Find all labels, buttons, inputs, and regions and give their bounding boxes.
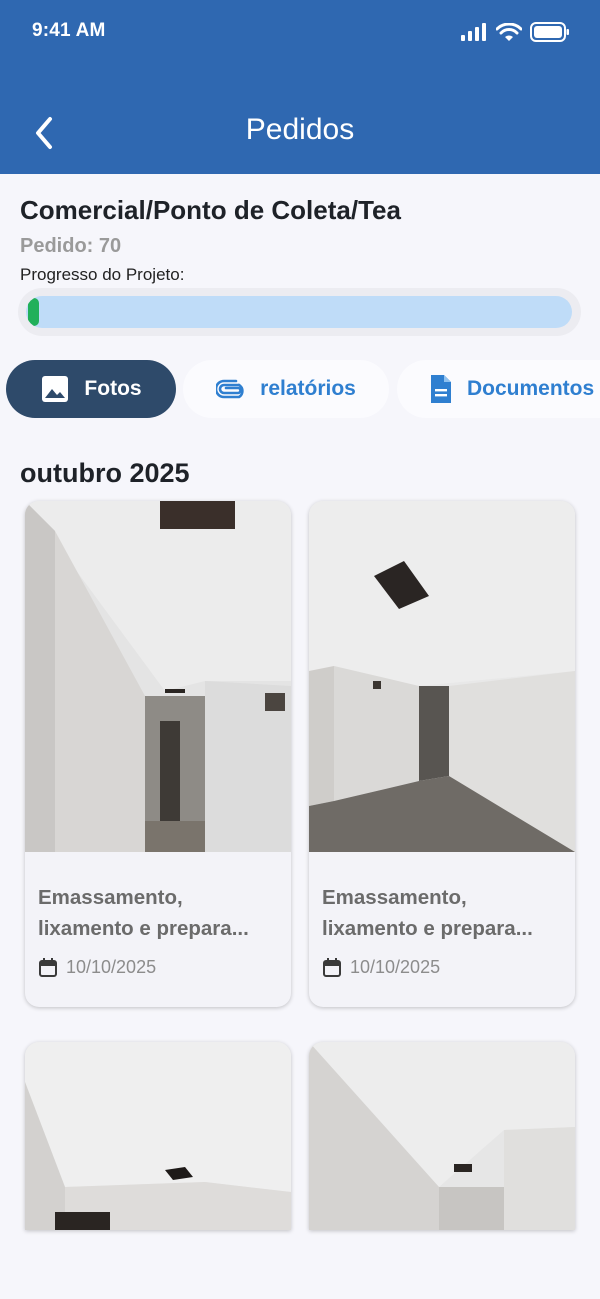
calendar-icon (39, 957, 57, 977)
progress-bar (26, 296, 572, 328)
tab-relatorios[interactable]: relatórios (183, 360, 389, 418)
photo-thumbnail (25, 501, 291, 852)
photo-date-text: 10/10/2025 (66, 957, 157, 977)
photo-thumbnail (25, 1042, 291, 1230)
tab-documentos[interactable]: Documentos (397, 360, 600, 418)
photo-title: Emassamento, lixamento e prepara... (322, 886, 533, 940)
paperclip-icon (216, 379, 244, 399)
month-header: outubro 2025 (20, 458, 190, 488)
signal-icon (461, 23, 486, 41)
tab-bar: Fotos relatórios Documentos (0, 360, 600, 420)
photo-thumbnail (309, 1042, 575, 1230)
progress-label: Progresso do Projeto: (20, 265, 185, 284)
progress-fill (28, 298, 39, 326)
page-title: Pedidos (245, 113, 355, 146)
tab-fotos[interactable]: Fotos (6, 360, 176, 418)
photo-date: 10/10/2025 (322, 957, 440, 978)
photo-card[interactable] (25, 1042, 291, 1230)
tab-fotos-label: Fotos (84, 377, 142, 400)
calendar-icon (323, 957, 341, 977)
app-header: 9:41 AM Pedidos (0, 0, 600, 174)
image-icon (42, 376, 69, 402)
battery-icon (530, 22, 569, 42)
photo-thumbnail (309, 501, 575, 852)
photo-date: 10/10/2025 (38, 957, 156, 978)
photo-date-text: 10/10/2025 (350, 957, 441, 977)
photo-card[interactable]: Emassamento, lixamento e prepara... 10/1… (309, 501, 575, 1007)
status-time: 9:41 AM (32, 20, 106, 41)
tab-documentos-label: Documentos (467, 377, 595, 400)
photo-card[interactable]: Emassamento, lixamento e prepara... 10/1… (25, 501, 291, 1007)
project-title: Comercial/Ponto de Coleta/Tea (20, 195, 401, 225)
status-icons (460, 20, 570, 44)
tab-relatorios-label: relatórios (260, 377, 356, 400)
photo-card[interactable] (309, 1042, 575, 1230)
order-number: Pedido: 70 (20, 235, 122, 257)
photo-title: Emassamento, lixamento e prepara... (38, 886, 249, 940)
wifi-icon (496, 22, 522, 41)
document-icon (431, 375, 451, 403)
